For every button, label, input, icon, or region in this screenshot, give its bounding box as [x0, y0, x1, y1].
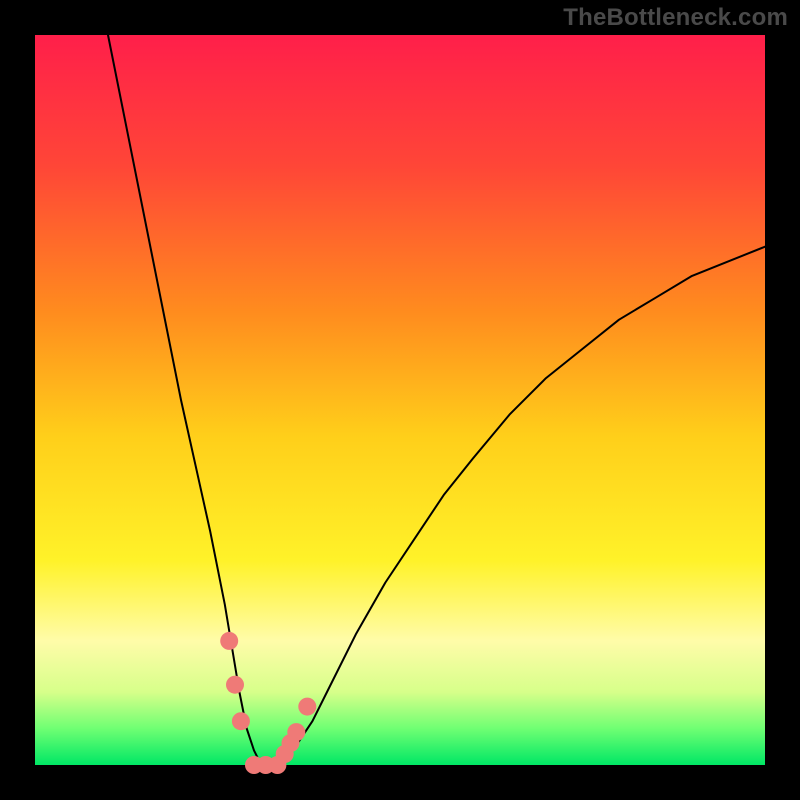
curve-marker	[226, 676, 244, 694]
bottleneck-chart	[0, 0, 800, 800]
watermark-label: TheBottleneck.com	[563, 4, 788, 32]
curve-marker	[287, 723, 305, 741]
curve-marker	[220, 632, 238, 650]
chart-frame: TheBottleneck.com	[0, 0, 800, 800]
curve-marker	[298, 698, 316, 716]
curve-marker	[232, 712, 250, 730]
plot-background	[35, 35, 765, 765]
